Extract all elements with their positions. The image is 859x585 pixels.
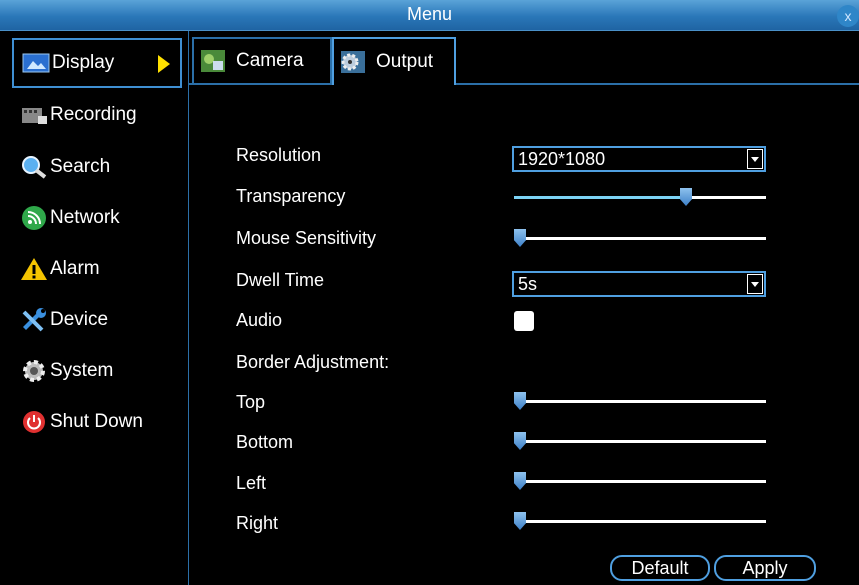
dwell-time-label: Dwell Time (236, 270, 325, 290)
left-label: Left (236, 473, 267, 493)
sidebar-item-recording[interactable]: Recording (12, 93, 184, 137)
slider-thumb[interactable] (514, 472, 526, 490)
top-label: Top (236, 392, 266, 412)
dwell-time-select[interactable]: 5s (512, 271, 766, 297)
transparency-slider[interactable] (514, 188, 766, 206)
tab-camera[interactable]: Camera (192, 37, 332, 83)
mouse-sensitivity-slider[interactable] (514, 229, 766, 247)
resolution-label: Resolution (236, 145, 322, 165)
left-slider[interactable] (514, 472, 766, 490)
sidebar-item-label: Search (50, 156, 111, 177)
active-arrow-icon (158, 55, 170, 73)
slider-thumb[interactable] (514, 229, 526, 247)
slider-fill (514, 196, 686, 199)
resolution-select[interactable]: 1920*1080 (512, 146, 766, 172)
dwell-time-value: 5s (518, 274, 538, 294)
audio-label: Audio (236, 310, 283, 330)
search-icon (20, 154, 48, 180)
right-label: Right (236, 513, 279, 533)
power-icon (20, 409, 48, 435)
slider-thumb[interactable] (514, 392, 526, 410)
sidebar-item-shut-down[interactable]: Shut Down (12, 400, 184, 444)
sidebar: Display Recording Search Network Alarm D… (8, 31, 189, 585)
sidebar-item-search[interactable]: Search (12, 145, 184, 189)
sidebar-item-label: Network (50, 207, 120, 228)
slider-thumb[interactable] (514, 432, 526, 450)
bottom-label: Bottom (236, 432, 294, 452)
tab-bar: Camera Output (188, 31, 859, 85)
sidebar-item-label: Shut Down (50, 411, 143, 432)
network-icon (20, 205, 48, 231)
window-title: Menu (406, 4, 453, 24)
camera-tab-icon (200, 48, 226, 74)
title-bar: Menu x (0, 0, 859, 31)
recording-icon (20, 102, 48, 128)
sidebar-item-label: Alarm (50, 258, 100, 279)
bottom-slider[interactable] (514, 432, 766, 450)
border-adjustment-label: Border Adjustment: (236, 352, 390, 372)
sidebar-item-label: Display (52, 52, 115, 73)
mouse-sensitivity-label: Mouse Sensitivity (236, 228, 377, 248)
sidebar-item-device[interactable]: Device (12, 298, 184, 342)
sidebar-item-network[interactable]: Network (12, 196, 184, 240)
system-icon (20, 358, 48, 384)
sidebar-item-label: System (50, 360, 114, 381)
output-tab-icon (340, 49, 366, 75)
sidebar-item-label: Recording (50, 104, 137, 125)
audio-checkbox[interactable] (514, 311, 534, 331)
chevron-down-icon[interactable] (747, 149, 763, 169)
resolution-value: 1920*1080 (518, 149, 606, 169)
slider-thumb[interactable] (514, 512, 526, 530)
device-icon (20, 307, 48, 333)
tab-label: Output (376, 51, 434, 72)
sidebar-item-label: Device (50, 309, 109, 330)
apply-button[interactable]: Apply (714, 555, 816, 581)
sidebar-item-display[interactable]: Display (12, 38, 182, 88)
right-slider[interactable] (514, 512, 766, 530)
sidebar-item-alarm[interactable]: Alarm (12, 247, 184, 291)
chevron-down-icon[interactable] (747, 274, 763, 294)
tab-output[interactable]: Output (332, 37, 456, 85)
tab-label: Camera (236, 50, 304, 71)
sidebar-item-system[interactable]: System (12, 349, 184, 393)
transparency-label: Transparency (236, 186, 346, 206)
slider-thumb[interactable] (680, 188, 692, 206)
display-icon (22, 50, 50, 76)
default-button[interactable]: Default (610, 555, 710, 581)
close-button[interactable]: x (837, 5, 859, 27)
top-slider[interactable] (514, 392, 766, 410)
alarm-icon (20, 256, 48, 282)
